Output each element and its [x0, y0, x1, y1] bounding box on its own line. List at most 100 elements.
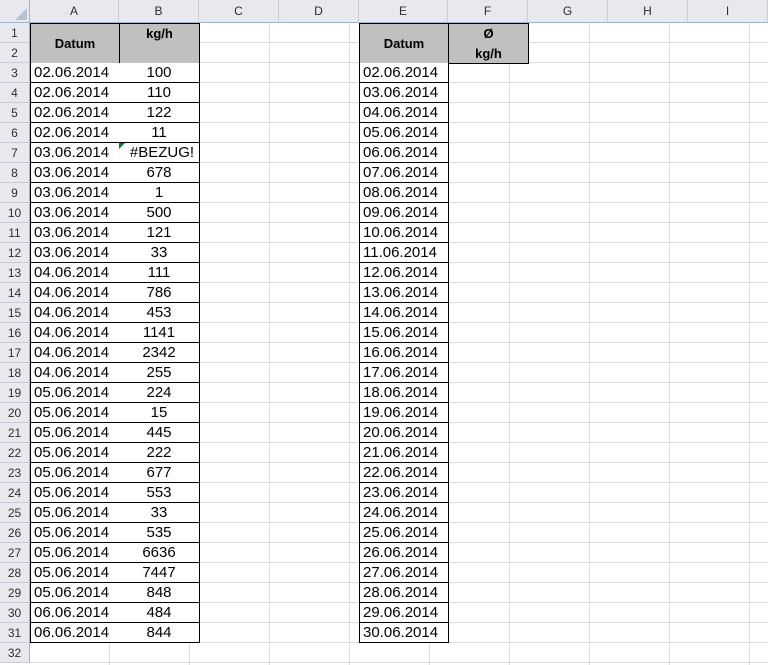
- cell-date-right[interactable]: 15.06.2014: [359, 323, 449, 343]
- cell-date[interactable]: 06.06.2014: [30, 603, 120, 623]
- column-header[interactable]: E: [359, 0, 448, 23]
- cell-kgh[interactable]: 122: [119, 103, 200, 123]
- cell-date-right[interactable]: 07.06.2014: [359, 163, 449, 183]
- cell-date[interactable]: 04.06.2014: [30, 263, 120, 283]
- column-header[interactable]: F: [448, 0, 528, 23]
- cell-kgh[interactable]: 7447: [119, 563, 200, 583]
- cell-date-right[interactable]: 23.06.2014: [359, 483, 449, 503]
- cell-date-right[interactable]: 13.06.2014: [359, 283, 449, 303]
- cell-date[interactable]: 02.06.2014: [30, 83, 120, 103]
- cell-date-right[interactable]: 06.06.2014: [359, 143, 449, 163]
- cell-kgh[interactable]: 1: [119, 183, 200, 203]
- cell-date[interactable]: 03.06.2014: [30, 243, 120, 263]
- cell-date[interactable]: 05.06.2014: [30, 503, 120, 523]
- cell-date[interactable]: 05.06.2014: [30, 523, 120, 543]
- cell-date-right[interactable]: 12.06.2014: [359, 263, 449, 283]
- cell-kgh[interactable]: 110: [119, 83, 200, 103]
- cell-kgh[interactable]: 100: [119, 63, 200, 83]
- cell-date-right[interactable]: 25.06.2014: [359, 523, 449, 543]
- row-header[interactable]: 27: [0, 543, 30, 563]
- header-cell-kgh[interactable]: kg/h: [119, 23, 200, 64]
- row-header[interactable]: 14: [0, 283, 30, 303]
- cell-date-right[interactable]: 04.06.2014: [359, 103, 449, 123]
- cell-kgh[interactable]: 33: [119, 503, 200, 523]
- row-header[interactable]: 18: [0, 363, 30, 383]
- row-header[interactable]: 1: [0, 23, 30, 43]
- cell-date-right[interactable]: 22.06.2014: [359, 463, 449, 483]
- cell-date[interactable]: 04.06.2014: [30, 283, 120, 303]
- row-header[interactable]: 20: [0, 403, 30, 423]
- cell-date[interactable]: 03.06.2014: [30, 163, 120, 183]
- cell-kgh[interactable]: 453: [119, 303, 200, 323]
- cell-kgh[interactable]: 445: [119, 423, 200, 443]
- cell-kgh[interactable]: 678: [119, 163, 200, 183]
- cell-date[interactable]: 04.06.2014: [30, 343, 120, 363]
- cell-kgh[interactable]: 844: [119, 623, 200, 643]
- cell-date-right[interactable]: 18.06.2014: [359, 383, 449, 403]
- cell-date[interactable]: 05.06.2014: [30, 563, 120, 583]
- cell-date-right[interactable]: 30.06.2014: [359, 623, 449, 643]
- row-header[interactable]: 31: [0, 623, 30, 643]
- cell-date[interactable]: 05.06.2014: [30, 483, 120, 503]
- row-header[interactable]: 8: [0, 163, 30, 183]
- row-header[interactable]: 21: [0, 423, 30, 443]
- column-header[interactable]: B: [119, 0, 199, 23]
- cell-date-right[interactable]: 02.06.2014: [359, 63, 449, 83]
- cell-date-right[interactable]: 09.06.2014: [359, 203, 449, 223]
- cell-kgh[interactable]: 6636: [119, 543, 200, 563]
- cell-date-right[interactable]: 11.06.2014: [359, 243, 449, 263]
- cell-kgh[interactable]: 11: [119, 123, 200, 143]
- row-header[interactable]: 2: [0, 43, 30, 63]
- cell-date-right[interactable]: 05.06.2014: [359, 123, 449, 143]
- cell-date-right[interactable]: 16.06.2014: [359, 343, 449, 363]
- cell-kgh[interactable]: 786: [119, 283, 200, 303]
- row-header[interactable]: 3: [0, 63, 30, 83]
- row-header[interactable]: 13: [0, 263, 30, 283]
- cell-kgh[interactable]: 255: [119, 363, 200, 383]
- cell-date[interactable]: 03.06.2014: [30, 143, 120, 163]
- row-header[interactable]: 22: [0, 443, 30, 463]
- cell-kgh[interactable]: 535: [119, 523, 200, 543]
- select-all-button[interactable]: [0, 0, 30, 23]
- row-header[interactable]: 6: [0, 123, 30, 143]
- cell-date-right[interactable]: 17.06.2014: [359, 363, 449, 383]
- cell-kgh[interactable]: 848: [119, 583, 200, 603]
- cell-kgh[interactable]: 677: [119, 463, 200, 483]
- cell-date[interactable]: 02.06.2014: [30, 63, 120, 83]
- cell-date[interactable]: 03.06.2014: [30, 203, 120, 223]
- row-header[interactable]: 28: [0, 563, 30, 583]
- cell-date[interactable]: 06.06.2014: [30, 623, 120, 643]
- cell-date[interactable]: 05.06.2014: [30, 443, 120, 463]
- row-header[interactable]: 12: [0, 243, 30, 263]
- cell-date[interactable]: 05.06.2014: [30, 423, 120, 443]
- cell-date-right[interactable]: 27.06.2014: [359, 563, 449, 583]
- row-header[interactable]: 11: [0, 223, 30, 243]
- cell-kgh[interactable]: 1141: [119, 323, 200, 343]
- cell-kgh-error[interactable]: #BEZUG!: [119, 143, 200, 163]
- row-header[interactable]: 16: [0, 323, 30, 343]
- cell-date[interactable]: 05.06.2014: [30, 383, 120, 403]
- row-header[interactable]: 26: [0, 523, 30, 543]
- cell-kgh[interactable]: 111: [119, 263, 200, 283]
- cell-date[interactable]: 04.06.2014: [30, 303, 120, 323]
- cell-date-right[interactable]: 26.06.2014: [359, 543, 449, 563]
- column-header[interactable]: D: [279, 0, 359, 23]
- cell-date[interactable]: 05.06.2014: [30, 463, 120, 483]
- row-header[interactable]: 9: [0, 183, 30, 203]
- cell-kgh[interactable]: 500: [119, 203, 200, 223]
- cell-date[interactable]: 05.06.2014: [30, 543, 120, 563]
- cell-date[interactable]: 05.06.2014: [30, 583, 120, 603]
- cell-date-right[interactable]: 08.06.2014: [359, 183, 449, 203]
- column-header[interactable]: A: [30, 0, 119, 23]
- row-header[interactable]: 24: [0, 483, 30, 503]
- cell-kgh[interactable]: 33: [119, 243, 200, 263]
- row-header[interactable]: 32: [0, 643, 30, 663]
- column-header[interactable]: I: [688, 0, 768, 23]
- column-header[interactable]: C: [199, 0, 279, 23]
- row-header[interactable]: 15: [0, 303, 30, 323]
- cell-date[interactable]: 03.06.2014: [30, 183, 120, 203]
- cell-date[interactable]: 04.06.2014: [30, 363, 120, 383]
- cell-date[interactable]: 05.06.2014: [30, 403, 120, 423]
- cell-kgh[interactable]: 15: [119, 403, 200, 423]
- row-header[interactable]: 30: [0, 603, 30, 623]
